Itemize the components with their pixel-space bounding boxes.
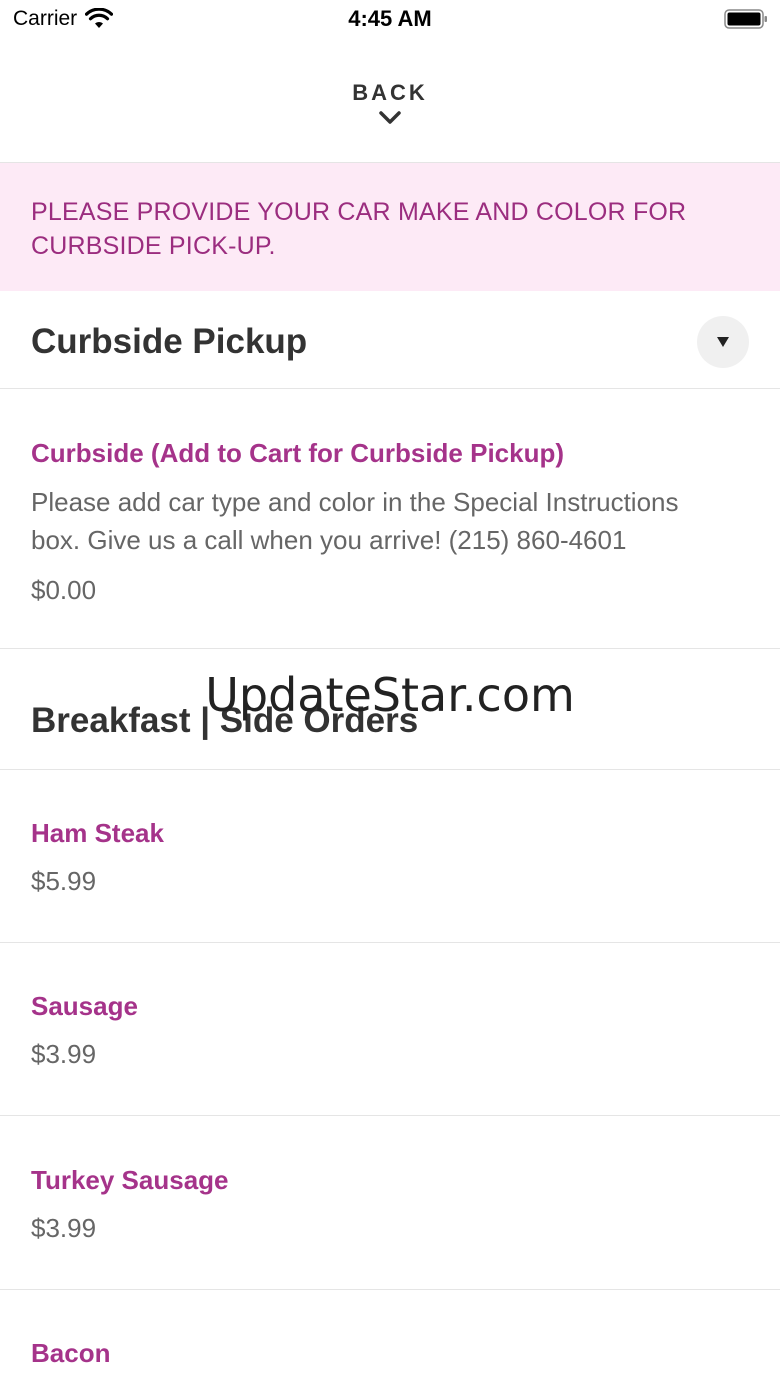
back-label: BACK [352,80,428,105]
divider [0,942,780,943]
clock: 4:45 AM [348,6,432,31]
item-name: Curbside (Add to Cart for Curbside Picku… [31,438,565,468]
menu-item-turkey-sausage[interactable]: Turkey Sausage $3.99 [0,1163,780,1245]
divider [0,1115,780,1116]
item-price: $3.99 [31,1213,97,1243]
caret-down-icon [717,337,729,347]
section-header-curbside[interactable]: Curbside Pickup [0,292,780,388]
notice-banner: PLEASE PROVIDE YOUR CAR MAKE AND COLOR F… [0,163,780,291]
menu-item-bacon[interactable]: Bacon [0,1336,780,1370]
section-title: Breakfast | Side Orders [31,701,419,740]
section-header-breakfast-sides: Breakfast | Side Orders [0,649,780,769]
menu-item-ham-steak[interactable]: Ham Steak $5.99 [0,816,780,898]
header: BACK [0,60,780,162]
section-toggle-button[interactable] [697,316,749,368]
divider [0,769,780,770]
battery-icon [724,9,767,29]
item-name: Sausage [31,991,138,1021]
item-price: $3.99 [31,1039,97,1069]
status-bar: Carrier 4:45 AM [0,0,780,40]
item-name: Turkey Sausage [31,1165,229,1195]
section-title: Curbside Pickup [31,322,308,361]
notice-text: PLEASE PROVIDE YOUR CAR MAKE AND COLOR F… [31,198,687,260]
back-button[interactable]: BACK [352,80,428,126]
item-price: $0.00 [31,575,97,605]
menu-item-sausage[interactable]: Sausage $3.99 [0,989,780,1071]
item-description: Please add car type and color in the Spe… [31,487,679,555]
menu-item-curbside[interactable]: Curbside (Add to Cart for Curbside Picku… [0,436,780,607]
divider [0,388,780,389]
chevron-down-icon [379,111,401,124]
divider [0,1289,780,1290]
item-name: Ham Steak [31,818,164,848]
item-name: Bacon [31,1338,111,1368]
item-price: $5.99 [31,866,97,896]
